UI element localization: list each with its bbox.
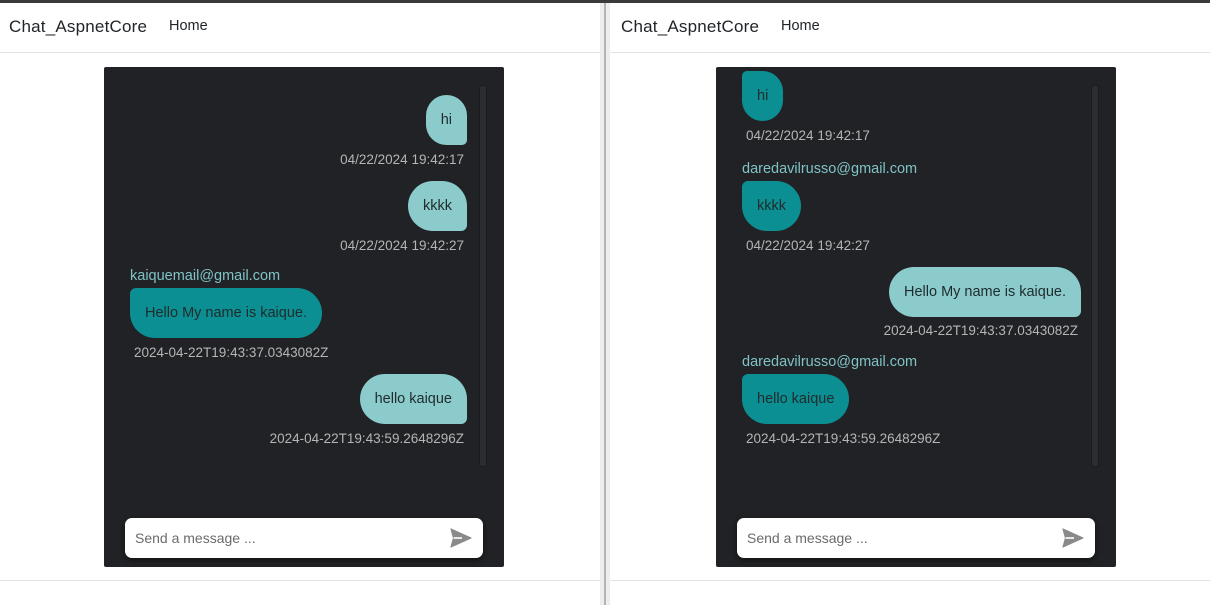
footer-divider <box>0 580 600 581</box>
message-bubble-other: hello kaique <box>742 374 850 424</box>
message-sender: daredavilrusso@gmail.com <box>742 354 918 370</box>
message-bubble-own: hi <box>425 95 467 145</box>
nav-home-link[interactable]: Home <box>781 18 820 34</box>
message-list[interactable]: hi 04/22/2024 19:42:17 daredavilrusso@gm… <box>716 67 1116 507</box>
message-list-scrollbar[interactable] <box>1091 85 1099 467</box>
message-composer <box>737 518 1095 558</box>
chat-panel: hi 04/22/2024 19:42:17 kkkk 04/22/2024 1… <box>104 67 504 567</box>
message-timestamp: 04/22/2024 19:42:27 <box>746 238 870 253</box>
message-bubble-other: Hello My name is kaique. <box>130 288 322 338</box>
message-input[interactable] <box>125 518 435 558</box>
browser-window-left: Chat_AspnetCore Home hi 04/22/2024 19:42… <box>0 3 600 605</box>
message-bubble-other: hi <box>742 71 784 121</box>
message-bubble-other: kkkk <box>742 181 801 231</box>
browser-window-right: Chat_AspnetCore Home hi 04/22/2024 19:42… <box>610 3 1210 605</box>
message-timestamp: 04/22/2024 19:42:17 <box>340 152 464 167</box>
message-bubble-own: kkkk <box>408 181 467 231</box>
message-timestamp: 2024-04-22T19:43:59.2648296Z <box>746 431 941 446</box>
send-icon[interactable] <box>450 528 472 548</box>
navbar: Chat_AspnetCore Home <box>610 3 1210 53</box>
chat-panel: hi 04/22/2024 19:42:17 daredavilrusso@gm… <box>716 67 1116 567</box>
message-list-scrollbar[interactable] <box>479 85 487 467</box>
message-sender: daredavilrusso@gmail.com <box>742 161 918 177</box>
message-timestamp: 2024-04-22T19:43:59.2648296Z <box>269 431 464 446</box>
message-timestamp: 04/22/2024 19:42:27 <box>340 238 464 253</box>
nav-home-link[interactable]: Home <box>169 18 208 34</box>
message-sender: kaiquemail@gmail.com <box>130 268 281 284</box>
message-list[interactable]: hi 04/22/2024 19:42:17 kkkk 04/22/2024 1… <box>104 67 504 507</box>
send-icon[interactable] <box>1062 528 1084 548</box>
brand-link[interactable]: Chat_AspnetCore <box>621 17 759 37</box>
window-divider-handle[interactable] <box>604 3 606 605</box>
message-bubble-own: Hello My name is kaique. <box>889 267 1081 317</box>
message-bubble-own: hello kaique <box>359 374 467 424</box>
message-input[interactable] <box>737 518 1047 558</box>
brand-link[interactable]: Chat_AspnetCore <box>9 17 147 37</box>
message-timestamp: 2024-04-22T19:43:37.0343082Z <box>883 323 1078 338</box>
message-composer <box>125 518 483 558</box>
footer-divider <box>610 580 1210 581</box>
navbar: Chat_AspnetCore Home <box>0 3 600 53</box>
message-timestamp: 04/22/2024 19:42:17 <box>746 128 870 143</box>
message-timestamp: 2024-04-22T19:43:37.0343082Z <box>134 345 329 360</box>
